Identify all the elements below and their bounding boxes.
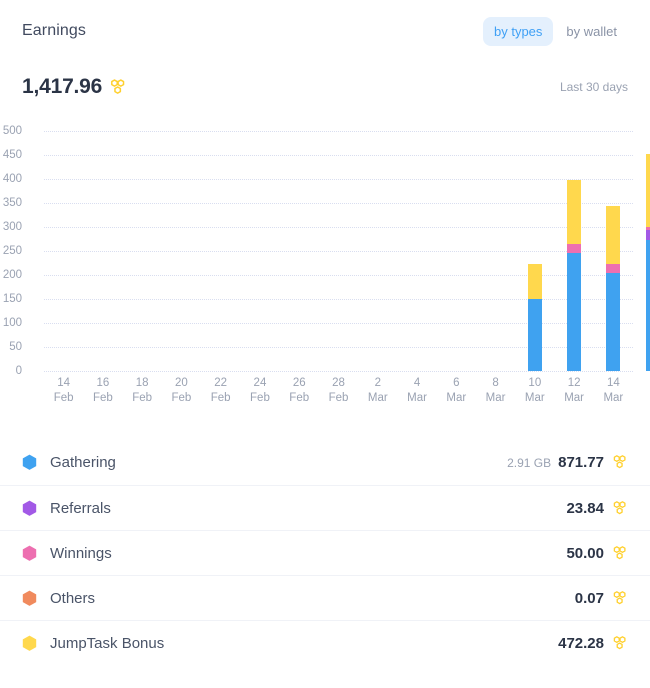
legend-value: 871.77 [558,454,604,471]
hexagon-swatch-icon [22,454,37,471]
honeycomb-token-icon [611,500,628,517]
legend-right: 0.07 [575,590,628,607]
chart-bar-segment [645,240,650,371]
honeycomb-token-icon [108,78,127,97]
gridline [44,203,633,204]
earnings-legend: Gathering 2.91 GB 871.77 Referrals 23.84 Winn… [0,440,650,665]
legend-label: JumpTask Bonus [50,634,165,652]
chart-bar[interactable] [645,154,650,371]
y-axis-tick: 450 [2,149,22,161]
gridline [44,131,633,132]
chart-plot-area[interactable]: 0 50 100 150 200 250 300 350 400 450 500 [3,125,650,377]
y-axis-tick: 200 [2,269,22,281]
chart-bar-segment [527,264,542,299]
y-axis-tick: 500 [2,125,22,137]
legend-left: Gathering [22,454,507,471]
y-axis-tick: 150 [2,293,22,305]
chart-bar-segment [567,180,582,244]
hexagon-swatch-icon [22,590,37,607]
honeycomb-token-icon [611,590,628,607]
y-axis-tick: 0 [15,365,22,377]
y-axis-tick: 400 [2,173,22,185]
tab-by-types[interactable]: by types [483,16,554,46]
y-axis-tick: 250 [2,245,22,257]
gridline [44,275,633,276]
gridline [44,299,633,300]
legend-label: Others [50,589,96,607]
card-header: Earnings by types by wallet [0,0,650,62]
chart-bar-segment [645,230,650,241]
legend-value: 472.28 [558,634,604,652]
gridline [44,227,633,228]
legend-left: Winnings [22,545,566,562]
chart-bar[interactable] [567,180,582,371]
honeycomb-token-icon [611,545,628,562]
legend-right: 50.00 [566,545,628,562]
y-axis-tick: 100 [2,317,22,329]
legend-row[interactable]: JumpTask Bonus 472.28 [0,620,650,665]
chart-bar-segment [527,299,542,371]
y-axis-tick: 300 [2,221,22,233]
summary-row: 1,417.96 Last 30 days [0,62,650,112]
legend-row[interactable]: Winnings 50.00 [0,530,650,575]
legend-label: Referrals [50,499,111,517]
chart-x-axis: 14 Feb 16 Feb 18 Feb 20 Feb 22 Feb 24 Feb 26 Feb 28 Feb… [44,376,633,416]
gridline [44,155,633,156]
legend-right: 2.91 GB 871.77 [507,454,628,471]
gridline [44,371,633,372]
legend-sub-value: 2.91 GB [507,456,552,470]
hexagon-swatch-icon [22,545,37,562]
tab-by-wallet[interactable]: by wallet [555,17,628,46]
chart-bar-segment [606,264,621,273]
chart-bar-segment [567,253,582,371]
legend-value: 23.84 [566,499,604,517]
hexagon-swatch-icon [22,500,37,517]
chart-bar-segment [606,272,621,371]
earnings-chart: 0 50 100 150 200 250 300 350 400 450 500 14 Feb 16 Fe… [0,112,650,432]
legend-label: Winnings [50,544,112,562]
gridline [44,347,633,348]
chart-bar[interactable] [606,206,621,371]
view-toggle-group: by types by wallet [483,16,628,46]
honeycomb-token-icon [611,635,628,652]
legend-left: JumpTask Bonus [22,635,558,652]
page-title: Earnings [22,22,86,39]
legend-right: 23.84 [566,500,628,517]
y-axis-tick: 50 [9,341,22,353]
legend-left: Referrals [22,500,566,517]
legend-row[interactable]: Gathering 2.91 GB 871.77 [0,440,650,485]
chart-bar[interactable] [527,264,542,371]
honeycomb-token-icon [611,454,628,471]
legend-label: Gathering [50,454,116,471]
gridline [44,179,633,180]
legend-row[interactable]: Others 0.07 [0,575,650,620]
y-axis-tick: 350 [2,197,22,209]
legend-value: 0.07 [574,589,604,607]
chart-bar-segment [567,243,582,254]
legend-row[interactable]: Referrals 23.84 [0,485,650,530]
chart-bar-segment [645,154,650,228]
legend-value: 50.00 [566,544,604,562]
earnings-card: Earnings by types by wallet 1,417.96 Las… [0,0,650,688]
total-earnings-value: 1,417.96 [22,75,103,98]
total-earnings: 1,417.96 [22,75,127,99]
legend-right: 472.28 [558,635,628,652]
x-axis-tick: 14 Mar [603,377,624,404]
gridline [44,251,633,252]
gridline [44,323,633,324]
legend-left: Others [22,590,575,607]
chart-bar-segment [606,206,621,265]
hexagon-swatch-icon [22,635,37,652]
period-label: Last 30 days [559,80,628,94]
